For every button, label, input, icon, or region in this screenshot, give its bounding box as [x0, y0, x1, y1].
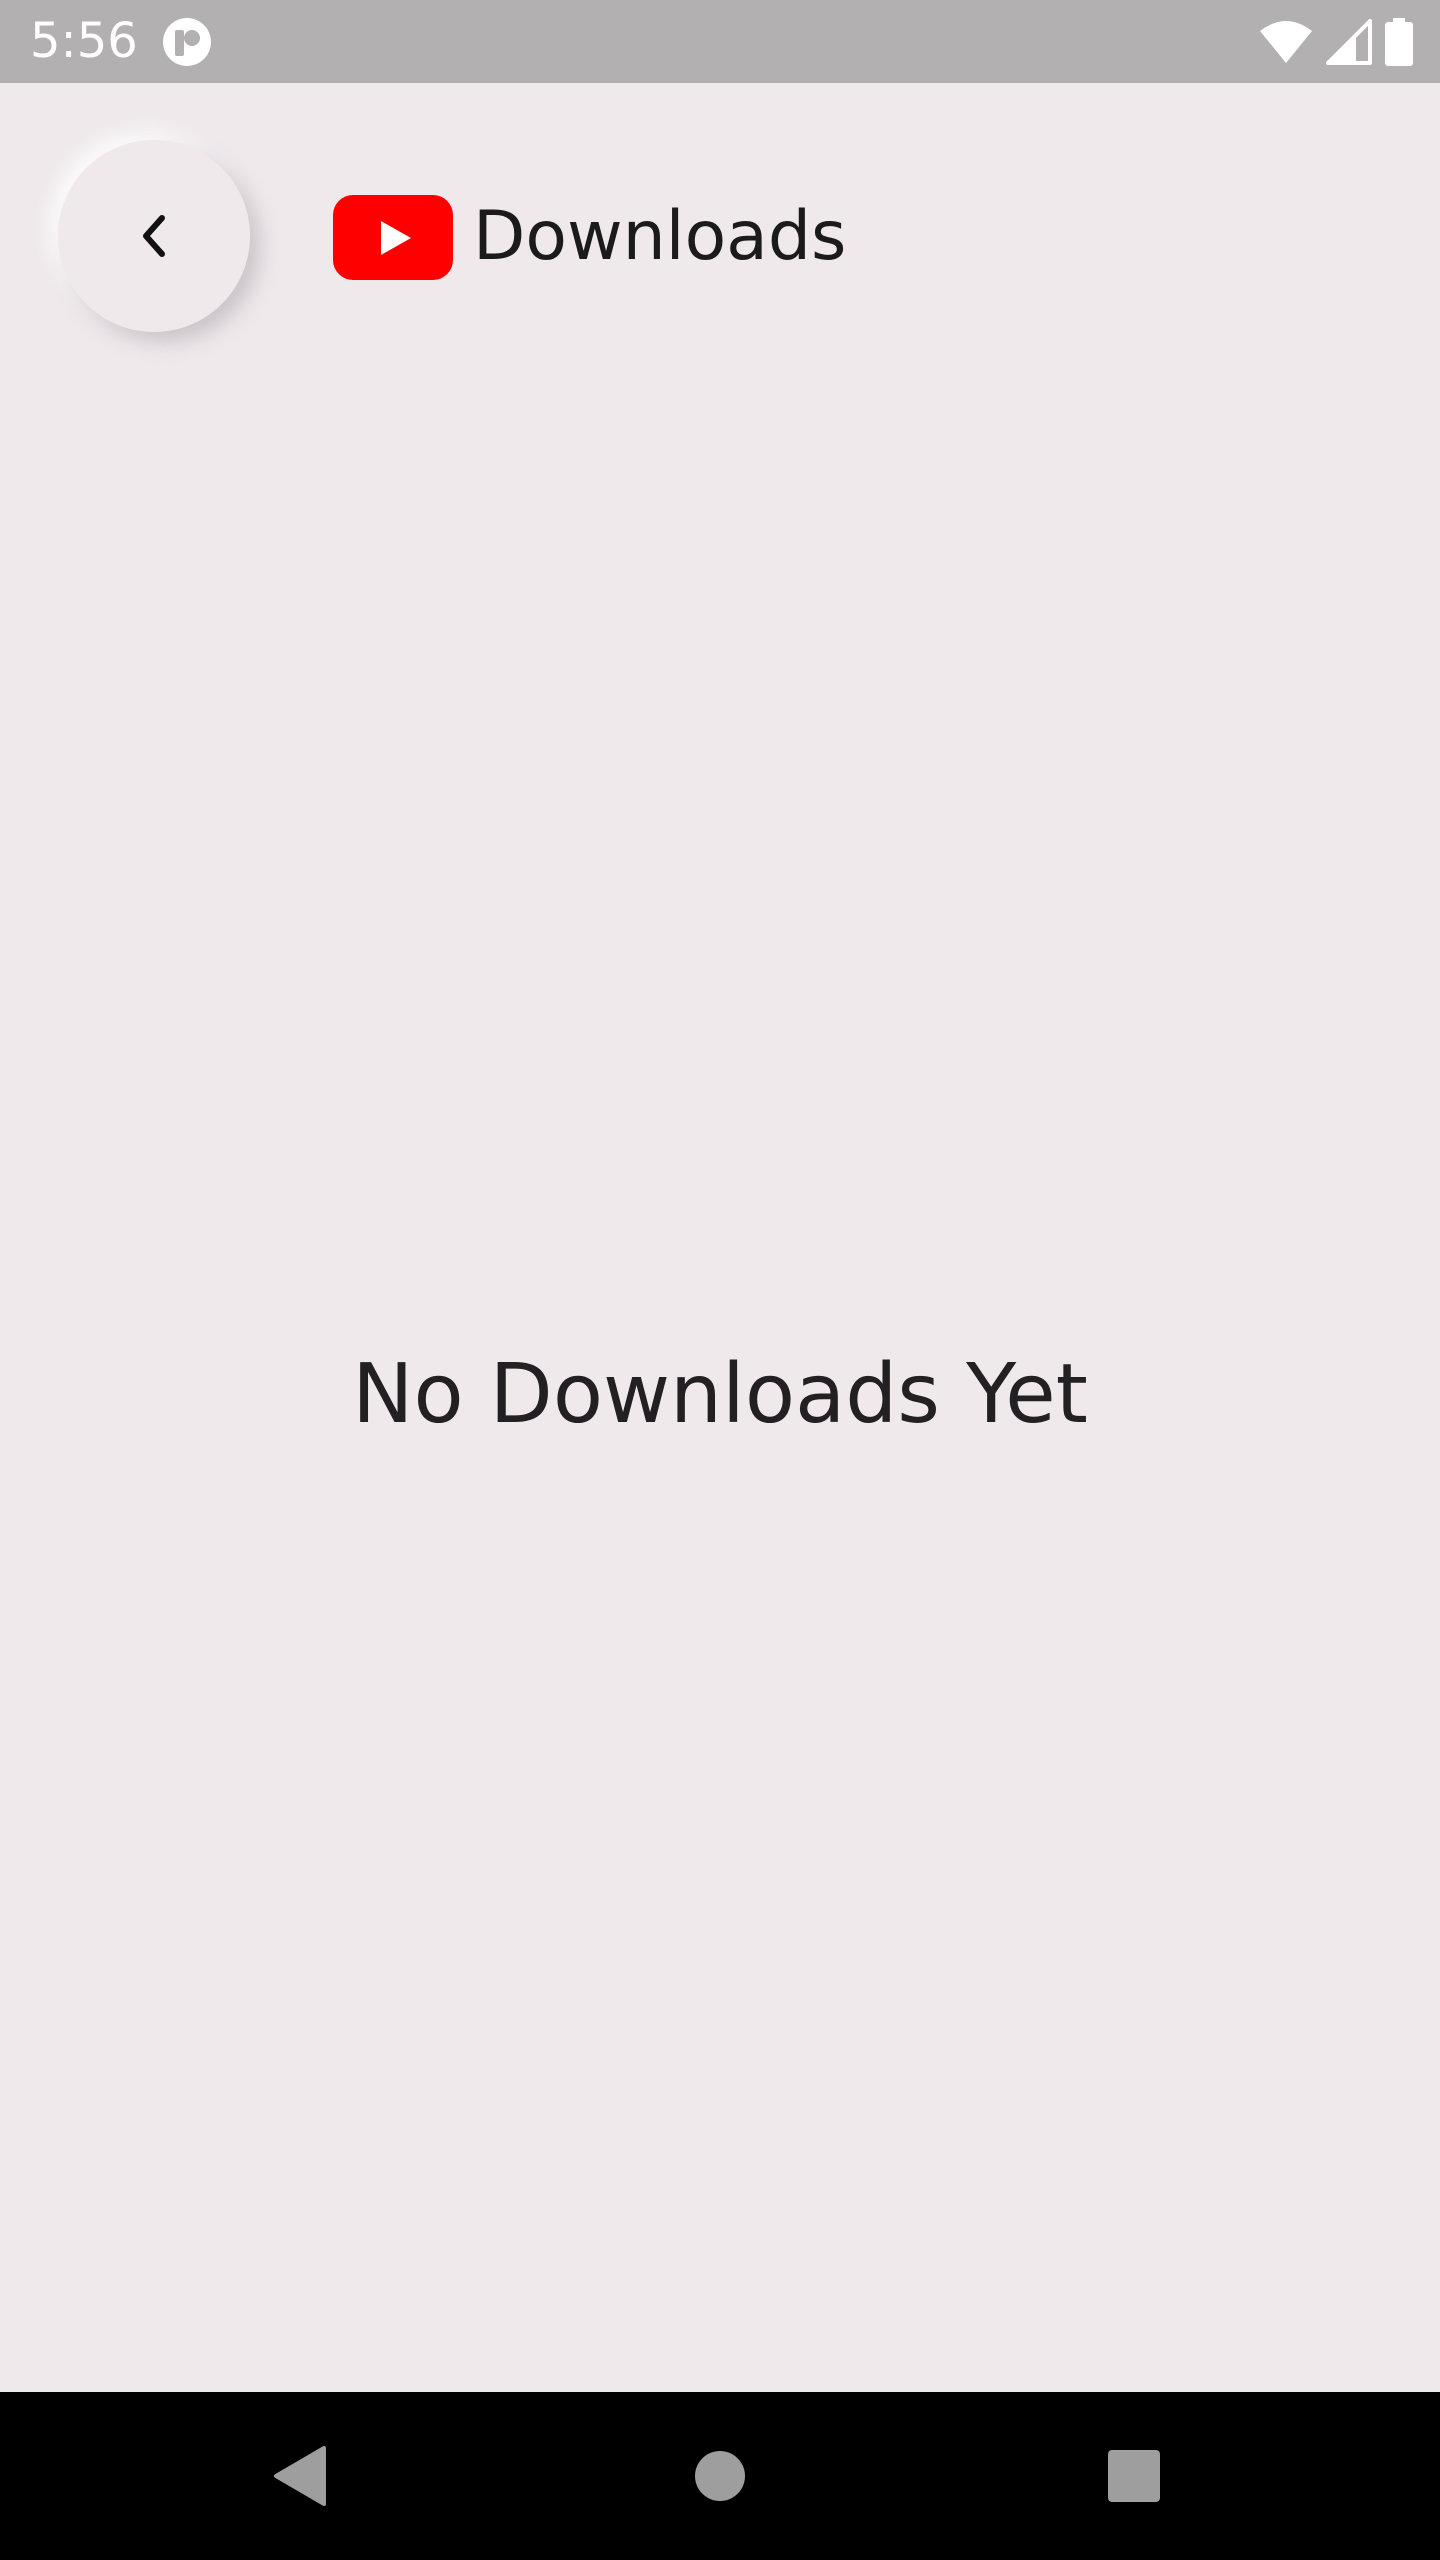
- nav-recents-button[interactable]: [1054, 2392, 1214, 2560]
- status-icons: [1258, 16, 1414, 68]
- home-circle-icon: [695, 2451, 745, 2501]
- recents-square-icon: [1108, 2450, 1160, 2502]
- status-bar: 5:56: [0, 0, 1440, 83]
- battery-icon: [1385, 18, 1413, 66]
- back-button[interactable]: [58, 140, 250, 332]
- nav-back-button[interactable]: [220, 2392, 380, 2560]
- empty-state-message: No Downloads Yet: [352, 1347, 1088, 1442]
- app-notification-icon: [163, 18, 211, 66]
- youtube-logo-icon: [333, 195, 453, 280]
- nav-home-button[interactable]: [640, 2392, 800, 2560]
- system-nav-bar: [0, 2392, 1440, 2560]
- cellular-signal-icon: [1326, 19, 1372, 65]
- status-time: 5:56: [30, 13, 138, 69]
- back-triangle-icon: [274, 2446, 326, 2506]
- chevron-left-icon: [143, 215, 165, 257]
- wifi-icon: [1260, 21, 1312, 63]
- downloads-screen: 5:56 Downloads No Downloads Yet: [0, 0, 1440, 2560]
- page-title: Downloads: [473, 197, 847, 276]
